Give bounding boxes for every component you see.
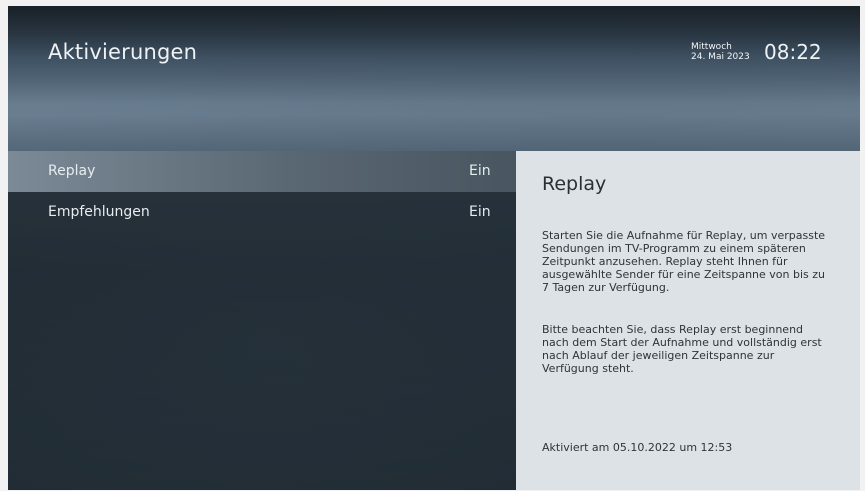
menu-item-empfehlungen[interactable]: Empfehlungen Ein bbox=[8, 192, 516, 233]
details-note: Bitte beachten Sie, dass Replay erst beg… bbox=[542, 323, 822, 375]
activation-menu: Replay Ein Empfehlungen Ein bbox=[8, 151, 516, 490]
details-title: Replay bbox=[542, 173, 607, 195]
header: Aktivierungen Mittwoch 24. Mai 2023 08:2… bbox=[8, 6, 860, 151]
details-description: Starten Sie die Aufnahme für Replay, um … bbox=[542, 229, 826, 294]
menu-item-label: Replay bbox=[48, 163, 96, 179]
date-display: Mittwoch 24. Mai 2023 bbox=[691, 42, 750, 62]
menu-item-label: Empfehlungen bbox=[48, 204, 150, 220]
activation-status: Aktiviert am 05.10.2022 um 12:53 bbox=[542, 441, 733, 454]
menu-item-value: Ein bbox=[469, 204, 491, 220]
page-title: Aktivierungen bbox=[48, 40, 198, 64]
date-label: 24. Mai 2023 bbox=[691, 52, 750, 62]
clock: 08:22 bbox=[764, 40, 822, 64]
details-panel: Replay Starten Sie die Aufnahme für Repl… bbox=[516, 151, 860, 490]
menu-item-value: Ein bbox=[469, 163, 491, 179]
weekday-label: Mittwoch bbox=[691, 42, 732, 52]
tv-screen: Aktivierungen Mittwoch 24. Mai 2023 08:2… bbox=[8, 6, 860, 490]
menu-item-replay[interactable]: Replay Ein bbox=[8, 151, 516, 192]
